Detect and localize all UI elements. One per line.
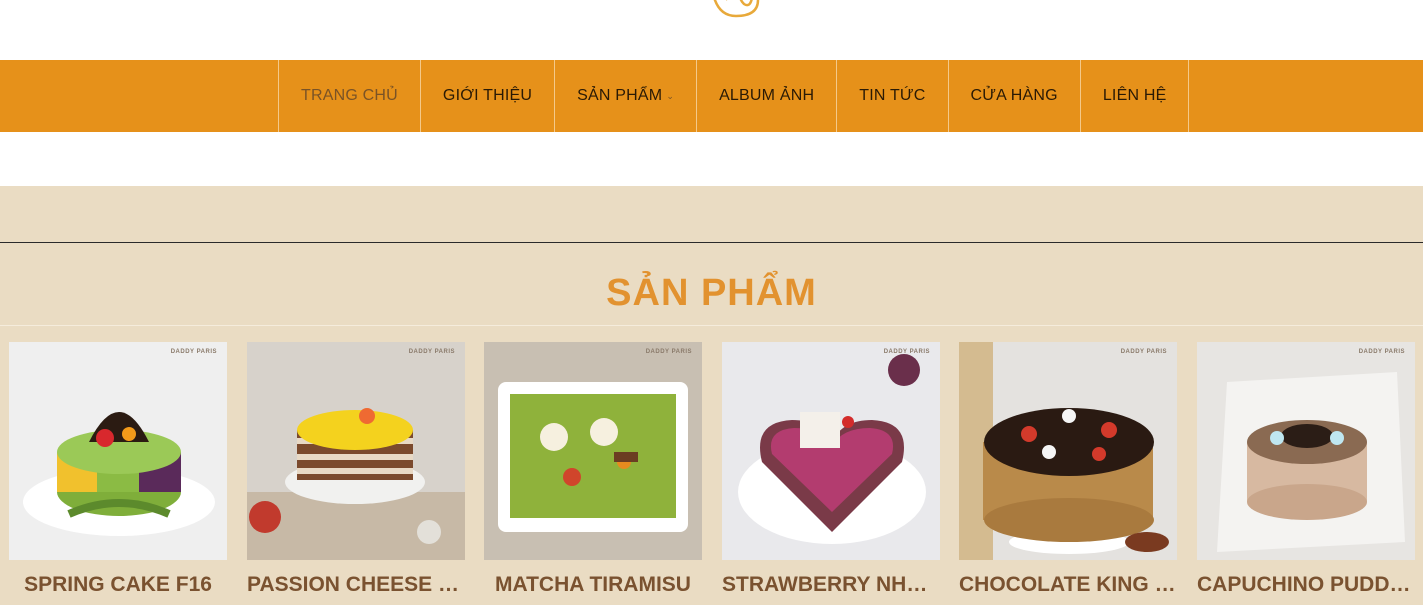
cake-photo	[9, 342, 227, 560]
product-image[interactable]: DADDY PARIS	[1197, 342, 1415, 560]
watermark-logo: DADDY PARIS	[408, 349, 455, 355]
cake-photo	[1197, 342, 1415, 560]
watermark-logo: DADDY PARIS	[1120, 349, 1167, 355]
divider	[0, 242, 1423, 243]
product-card[interactable]: DADDY PARIS CAPUCHINO PUDDING	[1197, 342, 1415, 597]
product-name[interactable]: CAPUCHINO PUDDING	[1197, 573, 1415, 597]
product-image[interactable]: DADDY PARIS	[247, 342, 465, 560]
product-name[interactable]: MATCHA TIRAMISU	[484, 573, 702, 597]
nav-item-label: TRANG CHỦ	[301, 87, 398, 104]
watermark-logo: DADDY PARIS	[1358, 349, 1405, 355]
divider	[0, 325, 1423, 326]
watermark-logo: DADDY PARIS	[883, 349, 930, 355]
main-nav: TRANG CHỦ GIỚI THIỆU SẢN PHẨM ⌄ ALBUM ẢNH TIN…	[0, 60, 1423, 132]
nav-item-3[interactable]: ALBUM ẢNH	[696, 60, 836, 132]
nav-item-label: TIN TỨC	[859, 87, 926, 104]
product-card[interactable]: DADDY PARIS MATCHA TIRAMISU	[484, 342, 702, 597]
cake-photo	[722, 342, 940, 560]
product-image[interactable]: DADDY PARIS	[722, 342, 940, 560]
nav-item-label: LIÊN HỆ	[1102, 87, 1167, 104]
product-name[interactable]: SPRING CAKE F16	[9, 573, 227, 597]
cake-photo	[247, 342, 465, 560]
nav-item-6[interactable]: LIÊN HỆ	[1079, 60, 1190, 132]
products-section: SẢN PHẨM DADDY PARIS SPRING CAKE F16 DADDY…	[0, 186, 1423, 605]
nav-item-5[interactable]: CỬA HÀNG	[947, 60, 1080, 132]
header	[0, 0, 1423, 60]
cake-photo	[959, 342, 1177, 560]
nav-item-2[interactable]: SẢN PHẨM ⌄	[554, 60, 696, 132]
watermark-logo: DADDY PARIS	[645, 349, 692, 355]
brand-logo-icon[interactable]	[706, 0, 764, 20]
chevron-down-icon: ⌄	[666, 90, 675, 101]
section-title: SẢN PHẨM	[606, 272, 817, 314]
watermark-logo: DADDY PARIS	[170, 349, 217, 355]
nav-item-4[interactable]: TIN TỨC	[836, 60, 947, 132]
spacer	[0, 132, 1423, 186]
product-image[interactable]: DADDY PARIS	[9, 342, 227, 560]
product-card[interactable]: DADDY PARIS PASSION CHEESE MOUSSE	[247, 342, 465, 597]
product-card[interactable]: DADDY PARIS SPRING CAKE F16	[9, 342, 227, 597]
nav-item-label: SẢN PHẨM	[577, 87, 663, 104]
nav-item-label: CỬA HÀNG	[970, 87, 1058, 104]
product-name[interactable]: CHOCOLATE KING CAKE	[959, 573, 1177, 597]
nav-item-1[interactable]: GIỚI THIỆU	[419, 60, 554, 132]
cake-photo	[484, 342, 702, 560]
product-card[interactable]: DADDY PARIS STRAWBERRY NHANH	[722, 342, 940, 597]
nav-item-label: ALBUM ẢNH	[719, 87, 815, 104]
nav-item-label: GIỚI THIỆU	[442, 87, 533, 104]
product-image[interactable]: DADDY PARIS	[484, 342, 702, 560]
nav-item-0[interactable]: TRANG CHỦ	[278, 60, 420, 132]
product-image[interactable]: DADDY PARIS	[959, 342, 1177, 560]
product-name[interactable]: PASSION CHEESE MOUSSE	[247, 573, 465, 597]
product-name[interactable]: STRAWBERRY NHANH	[722, 573, 940, 597]
product-card[interactable]: DADDY PARIS CHOCOLATE KING CAKE	[959, 342, 1177, 597]
